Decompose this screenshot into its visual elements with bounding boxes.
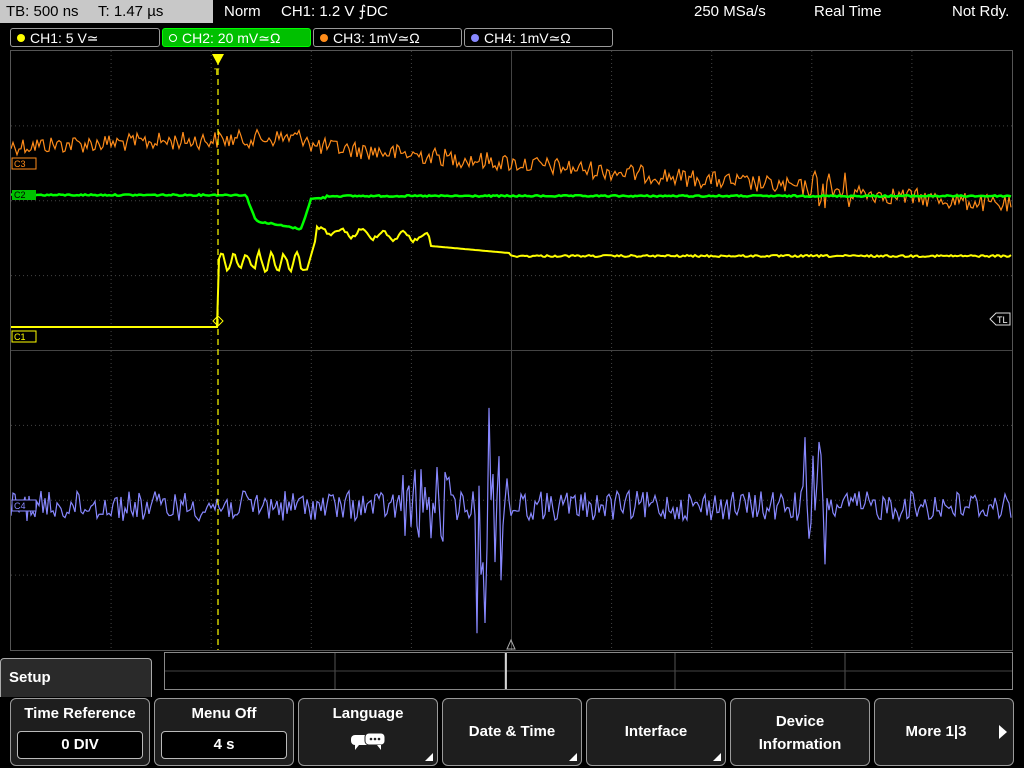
menu-off-value[interactable]: 4 s [161, 731, 287, 759]
submenu-indicator-icon [713, 753, 721, 761]
device-info-label-line1: Device [775, 713, 825, 730]
acquisition-status: Not Rdy. [952, 3, 1010, 20]
ch2-offset-label: C2 [14, 190, 26, 200]
time-reference-button[interactable]: Time Reference 0 DIV [10, 698, 150, 766]
trigger-level-label: TL [997, 315, 1008, 325]
timebase-readout: TB: 500 ns [6, 3, 79, 20]
channel-tab-ch1[interactable]: CH1: 5 V≃ [10, 28, 160, 47]
device-info-label-line2: Information [758, 736, 842, 753]
ch3-color-dot [320, 34, 328, 42]
setup-tab-label: Setup [9, 669, 51, 686]
menu-off-button[interactable]: Menu Off 4 s [154, 698, 294, 766]
zoom-overview-strip[interactable] [164, 652, 1013, 690]
waveform-display[interactable]: T C3 C2 C1 C4 TL [10, 50, 1013, 651]
zoom-strip-grid [165, 653, 1012, 689]
channel-tab-label: CH3: 1mV≃Ω [333, 30, 420, 46]
date-time-label: Date & Time [468, 723, 556, 740]
tab-setup[interactable]: Setup [0, 658, 152, 698]
time-reference-label: Time Reference [24, 705, 136, 722]
channel-tab-ch4[interactable]: CH4: 1mV≃Ω [464, 28, 613, 47]
trigger-position-marker[interactable] [212, 54, 224, 65]
acquisition-mode: Real Time [814, 3, 882, 20]
more-button[interactable]: More 1|3 [874, 698, 1014, 766]
channel-tab-ch2[interactable]: CH2: 20 mV≃Ω [162, 28, 311, 47]
channel-tab-label: CH2: 20 mV≃Ω [182, 30, 281, 46]
trigger-marker-label: T [214, 67, 220, 77]
device-information-button[interactable]: Device Information [730, 698, 870, 766]
interface-button[interactable]: Interface [586, 698, 726, 766]
channel-tab-label: CH1: 5 V≃ [30, 30, 99, 46]
ch4-color-dot [471, 34, 479, 42]
language-button[interactable]: Language [298, 698, 438, 766]
date-time-button[interactable]: Date & Time [442, 698, 582, 766]
speech-bubbles-icon [351, 732, 386, 750]
sample-rate: 250 MSa/s [694, 3, 766, 20]
channel-tab-label: CH4: 1mV≃Ω [484, 30, 571, 46]
time-reference-value[interactable]: 0 DIV [17, 731, 143, 759]
interface-label: Interface [624, 723, 688, 740]
submenu-indicator-icon [425, 753, 433, 761]
submenu-indicator-icon [569, 753, 577, 761]
ch1-offset-label: C1 [14, 332, 26, 342]
ch3-offset-label: C3 [14, 159, 26, 169]
trigger-mode[interactable]: Norm [224, 0, 261, 24]
timebase-box[interactable]: TB: 500 ns T: 1.47 µs [0, 0, 213, 23]
ch2-color-dot [169, 34, 177, 42]
arrow-right-icon [999, 725, 1007, 739]
channel-tab-ch3[interactable]: CH3: 1mV≃Ω [313, 28, 462, 47]
status-bar: TB: 500 ns T: 1.47 µs Norm CH1: 1.2 V ⨍D… [0, 0, 1024, 24]
trigger-time-readout: T: 1.47 µs [98, 3, 164, 20]
trigger-source[interactable]: CH1: 1.2 V ⨍DC [281, 0, 388, 24]
more-label: More 1|3 [905, 723, 967, 740]
ch4-offset-label: C4 [14, 501, 26, 511]
waveform-canvas: T C3 C2 C1 C4 TL [11, 51, 1012, 650]
language-label: Language [332, 705, 404, 722]
ch1-color-dot [17, 34, 25, 42]
menu-off-label: Menu Off [191, 705, 257, 722]
